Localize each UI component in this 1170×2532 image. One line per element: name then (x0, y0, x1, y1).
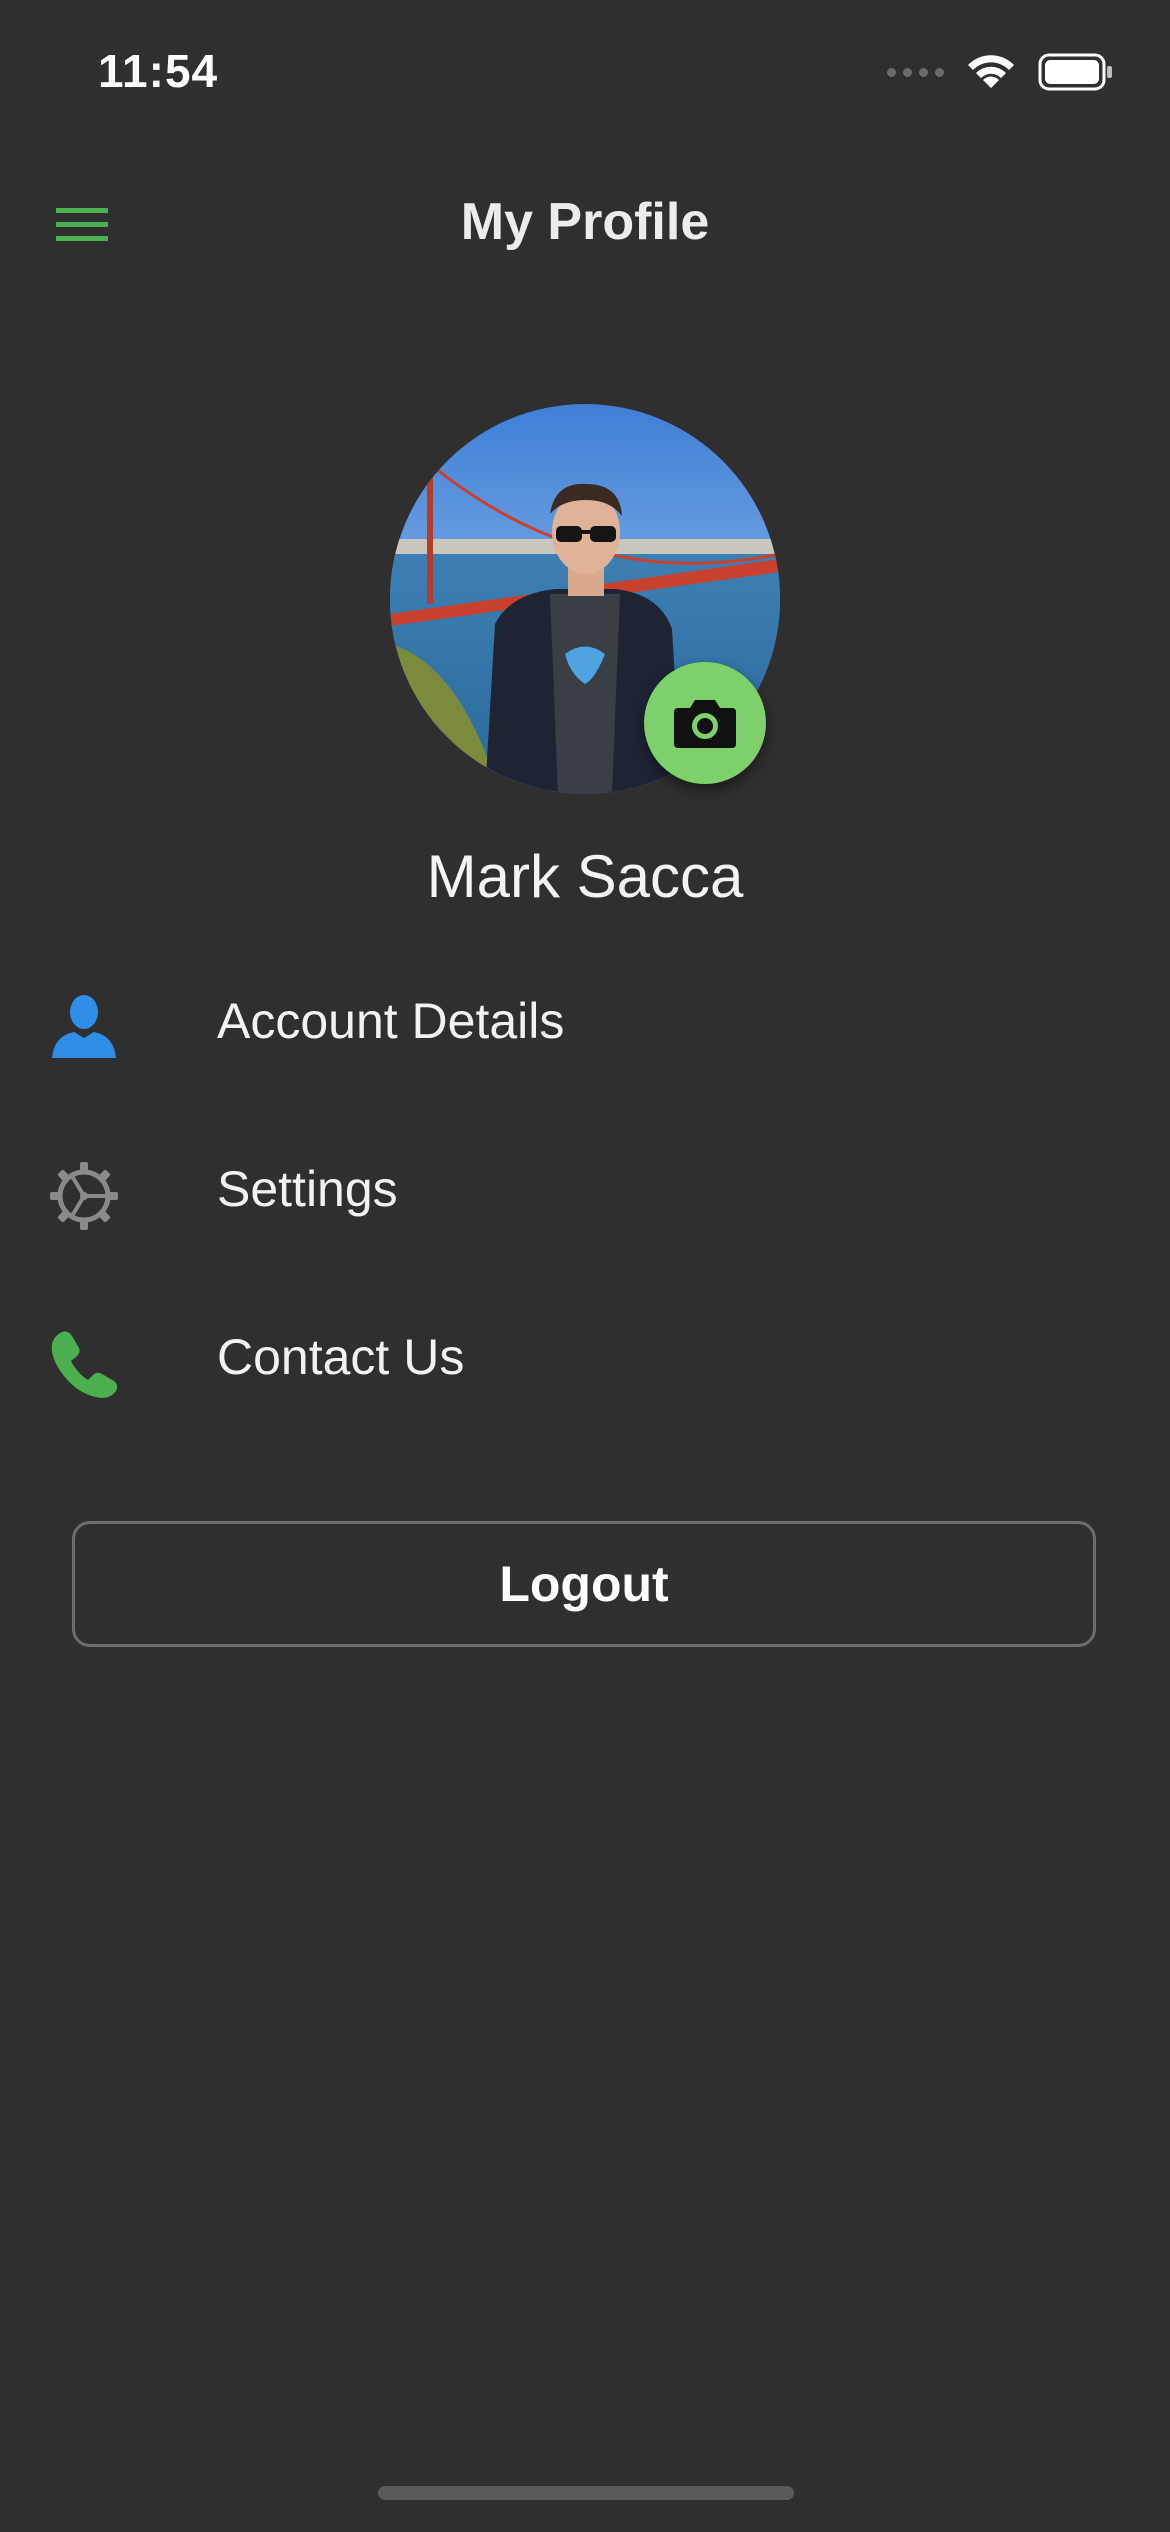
user-icon (52, 995, 116, 1058)
gear-icon (50, 1162, 118, 1230)
menu-item-contact-us[interactable]: Contact Us (0, 1298, 1170, 1418)
change-photo-button[interactable] (644, 662, 766, 784)
wifi-icon (968, 55, 1014, 88)
home-indicator[interactable] (378, 2486, 794, 2500)
status-icons (887, 52, 1114, 92)
menu-item-label: Account Details (217, 993, 565, 1049)
cellular-signal-icon (887, 67, 944, 77)
battery-icon (1038, 53, 1112, 91)
menu-item-account-details[interactable]: Account Details (0, 962, 1170, 1082)
user-name: Mark Sacca (426, 843, 744, 910)
page-title: My Profile (460, 193, 710, 251)
profile-screen: 11:54 My Profile Mark Sacca Account Deta… (0, 0, 1170, 2532)
camera-icon (674, 700, 736, 748)
phone-icon (51, 1331, 118, 1398)
menu-item-label: Contact Us (217, 1329, 465, 1385)
logout-button[interactable]: Logout (72, 1521, 1096, 1647)
menu-item-label: Settings (217, 1161, 398, 1217)
menu-item-settings[interactable]: Settings (0, 1130, 1170, 1250)
status-time: 11:54 (98, 45, 219, 97)
